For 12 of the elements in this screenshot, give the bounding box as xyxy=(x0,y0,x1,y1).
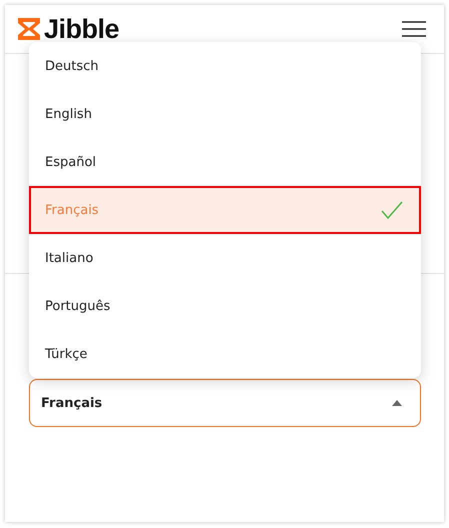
language-option[interactable]: Deutsch xyxy=(29,42,421,90)
logo-text: Jibble xyxy=(44,14,120,44)
language-option[interactable]: Português xyxy=(29,282,421,330)
caret-icon xyxy=(392,400,402,406)
menu-icon[interactable] xyxy=(402,21,426,37)
language-option[interactable]: Türkçe xyxy=(29,330,421,378)
hourglass-logo-icon xyxy=(17,17,41,41)
language-option[interactable]: Español xyxy=(29,138,421,186)
language-select[interactable]: Français xyxy=(29,379,421,427)
language-option[interactable]: Italiano xyxy=(29,234,421,282)
checkmark-icon xyxy=(381,201,403,219)
language-option[interactable]: English xyxy=(29,90,421,138)
